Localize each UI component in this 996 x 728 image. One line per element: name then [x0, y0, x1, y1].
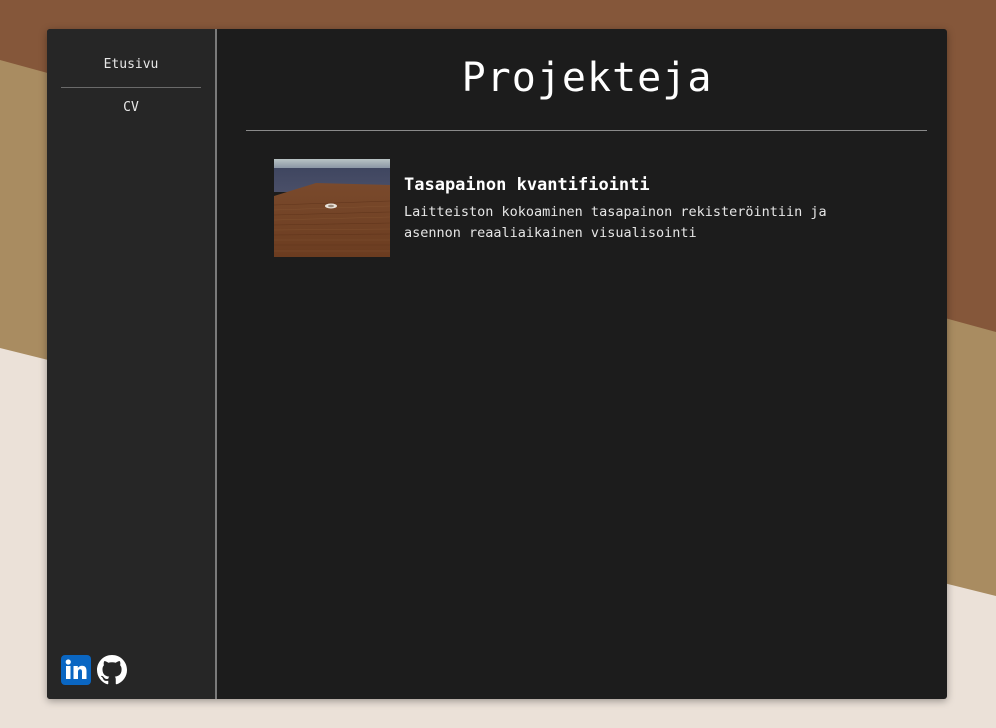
nav-divider — [61, 87, 201, 88]
nav-link-cv[interactable]: CV — [47, 100, 215, 115]
main-content: Projekteja Tasapainon kvantifiointi Lait… — [217, 29, 947, 699]
app-window: Etusivu CV Projekteja Tasapainon kvantif… — [47, 29, 947, 699]
sidebar: Etusivu CV — [47, 29, 217, 699]
project-card[interactable]: Tasapainon kvantifiointi Laitteiston kok… — [274, 159, 894, 257]
project-title: Tasapainon kvantifiointi — [404, 175, 650, 195]
project-thumbnail — [274, 159, 390, 257]
page-title: Projekteja — [461, 55, 713, 101]
social-links — [61, 655, 127, 685]
linkedin-icon[interactable] — [61, 655, 91, 685]
nav-link-etusivu[interactable]: Etusivu — [47, 57, 215, 72]
project-description: Laitteiston kokoaminen tasapainon rekist… — [404, 204, 827, 241]
title-divider — [246, 130, 927, 131]
github-icon[interactable] — [97, 655, 127, 685]
